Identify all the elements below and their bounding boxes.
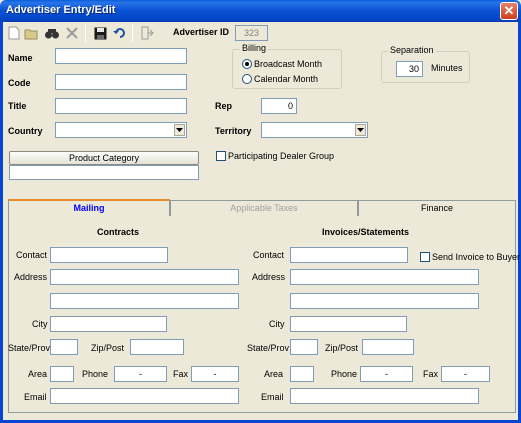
invoices-address1-field[interactable] — [290, 269, 479, 285]
invoices-email-field[interactable] — [290, 388, 479, 404]
close-icon: ✕ — [503, 3, 515, 18]
contracts-state-label: State/Prov — [8, 343, 51, 353]
toolbar-separator — [85, 24, 86, 42]
contracts-fax-field[interactable]: - — [191, 366, 239, 382]
contracts-address1-field[interactable] — [50, 269, 239, 285]
save-button[interactable] — [90, 24, 110, 42]
contracts-area-label: Area — [28, 369, 48, 379]
contracts-email-field[interactable] — [50, 388, 239, 404]
code-field[interactable] — [55, 74, 187, 90]
new-icon — [8, 26, 20, 40]
invoices-email-label: Email — [261, 392, 284, 402]
country-label: Country — [8, 126, 43, 136]
code-label: Code — [8, 78, 31, 88]
name-field[interactable] — [55, 48, 187, 64]
product-category-button[interactable]: Product Category — [9, 151, 199, 165]
calendar-month-label: Calendar Month — [254, 74, 319, 84]
delete-button[interactable] — [62, 24, 82, 42]
send-invoice-to-buyer-checkbox[interactable] — [420, 252, 430, 262]
name-label: Name — [8, 53, 33, 63]
calendar-month-radio[interactable] — [242, 74, 252, 84]
participating-dealer-group-label: Participating Dealer Group — [228, 151, 335, 161]
invoices-address-label: Address — [252, 272, 286, 282]
invoices-fax-field[interactable]: - — [441, 366, 490, 382]
mailing-tab-panel — [8, 216, 516, 413]
advertiser-id-field: 323 — [235, 25, 268, 41]
toolbar-separator — [132, 24, 133, 42]
separation-group-title: Separation — [388, 45, 436, 56]
title-label: Title — [8, 101, 27, 111]
invoices-zip-label: Zip/Post — [325, 343, 359, 353]
open-button[interactable] — [22, 24, 42, 42]
contracts-zip-field[interactable] — [130, 339, 184, 355]
rep-label: Rep — [215, 101, 233, 111]
exit-icon — [141, 26, 154, 40]
window-title: Advertiser Entry/Edit — [6, 4, 116, 16]
separation-minutes-field[interactable]: 30 — [396, 61, 423, 77]
undo-icon — [113, 28, 125, 38]
country-dropdown[interactable] — [55, 122, 187, 138]
broadcast-month-radio[interactable] — [242, 59, 252, 69]
invoices-zip-field[interactable] — [362, 339, 414, 355]
rep-field[interactable]: 0 — [261, 98, 297, 114]
product-category-field[interactable] — [9, 165, 199, 180]
new-button[interactable] — [4, 24, 24, 42]
billing-group-title: Billing — [240, 43, 269, 54]
find-icon — [45, 28, 59, 38]
tab-applicable-taxes: Applicable Taxes — [170, 200, 358, 217]
contracts-heading: Contracts — [97, 227, 140, 237]
invoices-contact-field[interactable] — [290, 247, 408, 263]
close-button[interactable]: ✕ — [500, 2, 518, 20]
open-icon — [24, 29, 38, 39]
invoices-fax-label: Fax — [423, 369, 439, 379]
undo-button[interactable] — [110, 24, 130, 42]
territory-dropdown[interactable] — [261, 122, 368, 138]
delete-icon — [66, 27, 78, 39]
send-invoice-to-buyer-label: Send Invoice to Buyer — [432, 252, 521, 262]
contracts-contact-label: Contact — [16, 250, 48, 260]
contracts-city-field[interactable] — [50, 316, 167, 332]
contracts-fax-label: Fax — [173, 369, 189, 379]
invoices-city-label: City — [269, 319, 285, 329]
contracts-zip-label: Zip/Post — [91, 343, 125, 353]
chevron-down-icon[interactable] — [174, 124, 185, 136]
invoices-phone-label: Phone — [331, 369, 358, 379]
advertiser-id-label: Advertiser ID — [173, 27, 230, 37]
exit-button[interactable] — [137, 24, 157, 42]
contracts-email-label: Email — [24, 392, 47, 402]
participating-dealer-group-checkbox[interactable] — [216, 151, 226, 161]
contracts-phone-label: Phone — [82, 369, 109, 379]
invoices-contact-label: Contact — [253, 250, 285, 260]
invoices-address2-field[interactable] — [290, 293, 479, 309]
invoices-phone-field[interactable]: - — [360, 366, 413, 382]
contracts-phone-field[interactable]: - — [114, 366, 167, 382]
invoices-state-field[interactable] — [290, 339, 318, 355]
title-field[interactable] — [55, 98, 187, 114]
contracts-state-field[interactable] — [50, 339, 78, 355]
minutes-label: Minutes — [431, 63, 463, 73]
territory-label: Territory — [215, 126, 252, 136]
contracts-address2-field[interactable] — [50, 293, 239, 309]
invoices-heading: Invoices/Statements — [322, 227, 410, 237]
invoices-state-label: State/Prov — [247, 343, 290, 353]
contracts-area-field[interactable] — [50, 366, 74, 382]
tab-finance[interactable]: Finance — [358, 200, 516, 217]
window-frame-left — [0, 22, 3, 423]
chevron-down-icon[interactable] — [355, 124, 366, 136]
invoices-city-field[interactable] — [290, 316, 407, 332]
invoices-area-field[interactable] — [290, 366, 314, 382]
invoices-area-label: Area — [264, 369, 284, 379]
contracts-contact-field[interactable] — [50, 247, 168, 263]
contracts-address-label: Address — [14, 272, 48, 282]
save-icon — [94, 27, 106, 39]
contracts-city-label: City — [32, 319, 48, 329]
broadcast-month-label: Broadcast Month — [254, 59, 323, 69]
find-button[interactable] — [42, 24, 62, 42]
tab-mailing[interactable]: Mailing — [8, 199, 170, 216]
